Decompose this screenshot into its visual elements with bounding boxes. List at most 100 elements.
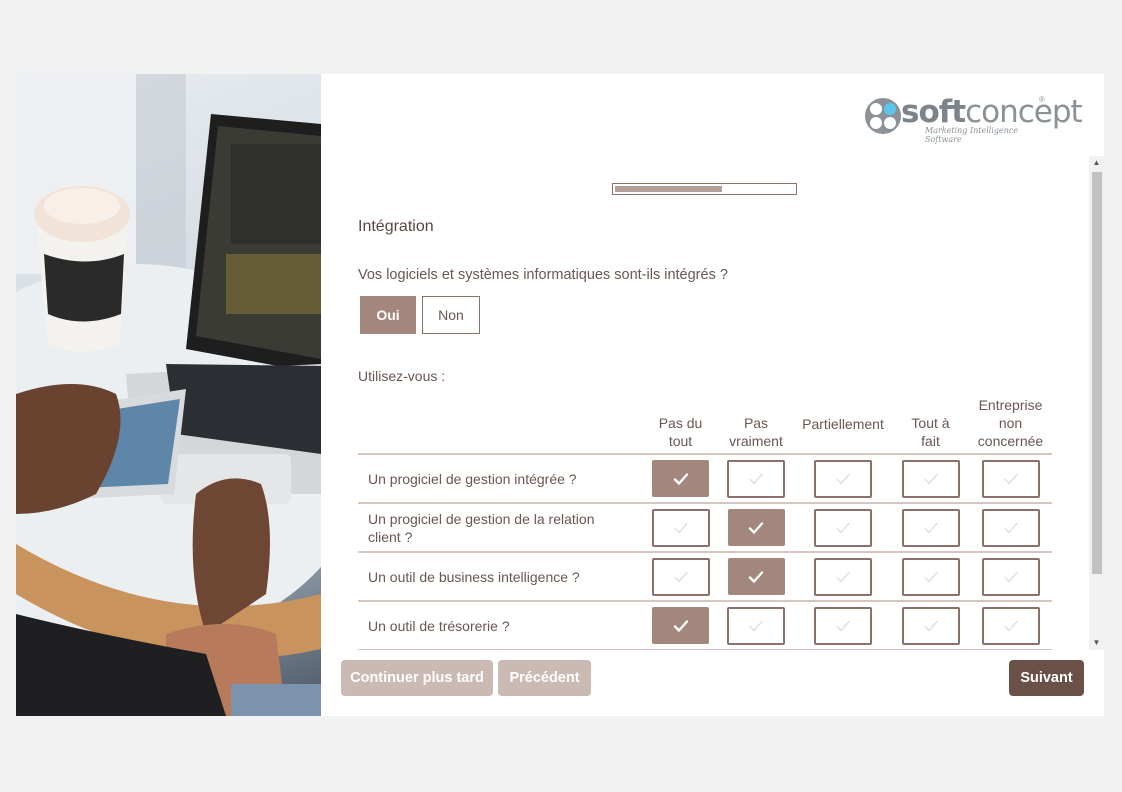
matrix-checkbox[interactable] [727, 459, 785, 498]
matrix-cell [794, 551, 892, 601]
matrix-checkbox[interactable] [814, 508, 872, 547]
matrix-checkbox[interactable] [981, 459, 1040, 498]
matrix-cell [969, 551, 1052, 601]
checkmark-icon [1003, 571, 1018, 582]
matrix-header-row: Pas du tout Pas vraiment Partiellement Tou… [358, 396, 1052, 454]
checkmark-icon [923, 522, 938, 533]
matrix-row-label: Un outil de business intelligence ? [358, 551, 643, 601]
checkmark-icon [836, 522, 850, 533]
logo-wordmark-regular: concept [965, 94, 1083, 130]
matrix-checkbox[interactable] [651, 557, 710, 596]
scroll-up-arrow-icon[interactable]: ▲ [1089, 156, 1104, 170]
survey-frame: softconcept ® Marketing Intelligence Sof… [16, 74, 1104, 716]
matrix-checkbox[interactable] [814, 606, 872, 645]
checkmark-icon [836, 473, 850, 484]
matrix-checkbox[interactable] [727, 606, 785, 645]
column-header-line: Partiellement [802, 416, 884, 432]
matrix-checkbox[interactable] [901, 508, 960, 547]
matrix-cell [718, 600, 794, 650]
matrix-row: Un progiciel de gestion de la relation c… [358, 502, 1052, 552]
matrix-checkbox[interactable] [651, 508, 710, 547]
matrix-cell [892, 502, 969, 552]
checkmark-icon [1003, 620, 1018, 631]
matrix-cell [794, 502, 892, 552]
survey-scroll-area: Intégration Vos logiciels et systèmes in… [321, 156, 1104, 650]
matrix-checkbox-checked[interactable] [652, 607, 709, 644]
answer-non-button[interactable]: Non [422, 296, 480, 334]
matrix-cell [969, 600, 1052, 650]
matrix-header-empty [358, 396, 643, 454]
column-header-line: tout [668, 433, 693, 449]
column-header-pas-vraiment: Pas vraiment [718, 396, 794, 454]
previous-button[interactable]: Précédent [498, 660, 591, 696]
matrix-cell [643, 600, 718, 650]
matrix-checkbox[interactable] [981, 508, 1040, 547]
section-title: Intégration [358, 218, 434, 235]
matrix-row: Un outil de business intelligence ? [358, 551, 1052, 601]
answer-oui-button[interactable]: Oui [360, 296, 416, 334]
matrix-cell [718, 502, 794, 552]
matrix-row-label: Un progiciel de gestion de la relation c… [358, 502, 643, 552]
matrix-checkbox[interactable] [901, 606, 960, 645]
matrix-cell [643, 502, 718, 552]
column-header-line: Tout à [911, 415, 950, 431]
column-header-line: Entreprise [978, 397, 1043, 413]
matrix-body: Un progiciel de gestion intégrée ? Un pro… [358, 453, 1052, 650]
checkmark-icon [836, 620, 850, 631]
scroll-down-arrow-icon[interactable]: ▼ [1089, 636, 1104, 650]
column-header-line: non [998, 415, 1023, 431]
matrix-cell [718, 453, 794, 503]
matrix-checkbox-checked[interactable] [652, 460, 709, 497]
checkmark-icon [923, 571, 938, 582]
column-header-line: concernée [977, 433, 1044, 449]
scrollbar-thumb[interactable] [1092, 172, 1102, 574]
matrix-cell [969, 502, 1052, 552]
checkmark-icon [673, 522, 688, 533]
survey-panel: softconcept ® Marketing Intelligence Sof… [321, 74, 1104, 716]
column-header-tout-a-fait: Tout à fait [892, 396, 969, 454]
column-header-non-concernee: Entreprise non concernée [969, 396, 1052, 454]
column-header-line: vraiment [729, 433, 783, 449]
matrix-checkbox-checked[interactable] [727, 509, 785, 546]
registered-mark: ® [1039, 95, 1045, 104]
checkmark-icon [1003, 522, 1018, 533]
matrix-question-table: Pas du tout Pas vraiment Partiellement Tou… [358, 396, 1052, 650]
checkmark-icon [923, 473, 938, 484]
column-header-line: Pas du [658, 415, 703, 431]
matrix-cell [718, 551, 794, 601]
matrix-cell [892, 453, 969, 503]
column-header-partiellement: Partiellement [794, 396, 892, 454]
matrix-checkbox[interactable] [981, 606, 1040, 645]
matrix-checkbox[interactable] [901, 459, 960, 498]
matrix-row-label: Un outil de trésorerie ? [358, 600, 643, 650]
checkmark-icon [1003, 473, 1018, 484]
question-integrated-text: Vos logiciels et systèmes informatiques … [358, 267, 728, 283]
matrix-cell [969, 453, 1052, 503]
matrix-checkbox[interactable] [814, 459, 872, 498]
matrix-cell [794, 600, 892, 650]
logo-circles-icon [865, 98, 901, 134]
vertical-scrollbar[interactable]: ▲ ▼ [1089, 156, 1104, 650]
progress-bar-fill [615, 186, 723, 192]
progress-bar [612, 183, 797, 195]
checkmark-icon [748, 521, 764, 534]
checkmark-icon [748, 570, 764, 583]
matrix-row: Un progiciel de gestion intégrée ? [358, 453, 1052, 503]
matrix-checkbox[interactable] [981, 557, 1040, 596]
checkmark-icon [749, 473, 763, 484]
softconcept-logo: softconcept ® Marketing Intelligence Sof… [859, 94, 1083, 144]
checkmark-icon [923, 620, 938, 631]
matrix-checkbox-checked[interactable] [727, 558, 785, 595]
matrix-checkbox[interactable] [814, 557, 872, 596]
continue-later-button[interactable]: Continuer plus tard [341, 660, 493, 696]
matrix-row-label: Un progiciel de gestion intégrée ? [358, 453, 643, 503]
next-button[interactable]: Suivant [1009, 660, 1084, 696]
hero-photo [16, 74, 321, 716]
matrix-checkbox[interactable] [901, 557, 960, 596]
matrix-cell [643, 453, 718, 503]
checkmark-icon [673, 571, 688, 582]
laptop-photo-illustration [16, 74, 321, 716]
matrix-cell [643, 551, 718, 601]
checkmark-icon [836, 571, 850, 582]
matrix-cell [892, 600, 969, 650]
